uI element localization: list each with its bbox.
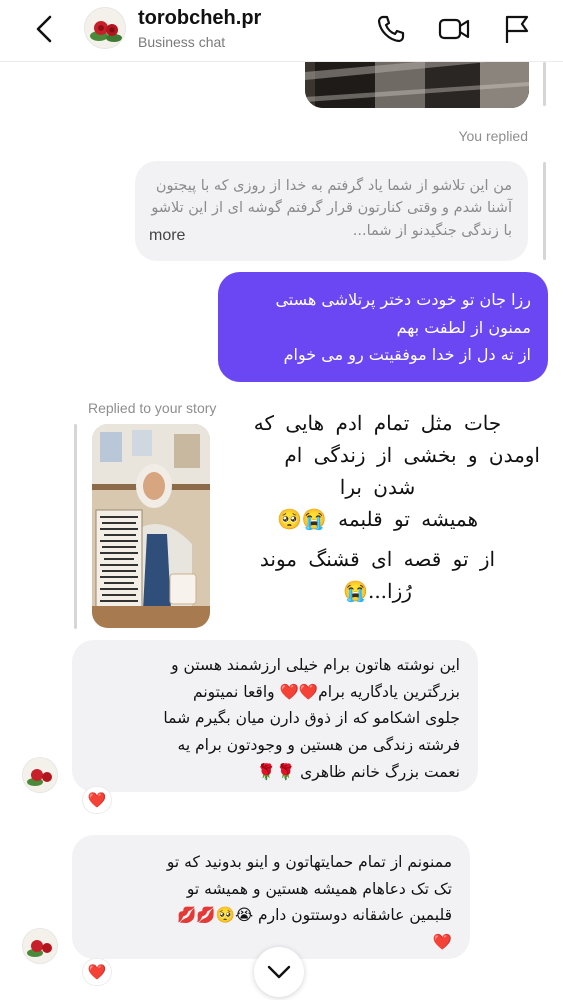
chevron-down-icon — [267, 965, 291, 979]
message-line: اومدن و بخشی از زندگی ام — [284, 443, 540, 467]
message-line: جات مثل تمام ادم هایی که — [253, 411, 502, 435]
report-button[interactable] — [500, 12, 534, 46]
message-line: رُزا...😭 — [343, 579, 412, 603]
story-reply-text[interactable]: جات مثل تمام ادم هایی که اومدن و بخشی از… — [215, 407, 540, 607]
video-call-button[interactable] — [437, 12, 471, 46]
you-replied-label: You replied — [458, 128, 528, 144]
heart-reaction[interactable]: ❤️ — [82, 786, 112, 814]
heart-reaction[interactable]: ❤️ — [82, 958, 112, 986]
message-line: قلبمین عاشقانه دوستتون دارم 😭🥺💋💋 — [177, 906, 452, 925]
received-message[interactable]: ممنونم از تمام حمایتهاتون و اینو بدونید … — [72, 835, 470, 959]
message-line: شدن برا — [339, 475, 416, 499]
reply-indicator-bar — [74, 424, 77, 629]
scroll-to-bottom-button[interactable] — [254, 947, 304, 997]
message-line: تک تک دعاهام همیشه هستین و همیشه تو — [186, 879, 452, 898]
contact-name[interactable]: torobcheh.pr — [138, 7, 261, 30]
quoted-message-text: من این تلاشو از شما یاد گرفتم به خدا از … — [151, 178, 512, 239]
chevron-left-icon — [36, 15, 52, 43]
message-line: بزرگترین یادگاریه برام❤️❤️ واقعا نمیتونم — [193, 682, 460, 701]
avatar[interactable] — [22, 757, 58, 793]
flag-icon — [505, 15, 529, 43]
quoted-message[interactable]: من این تلاشو از شما یاد گرفتم به خدا از … — [135, 161, 528, 261]
avatar[interactable] — [22, 928, 58, 964]
message-thread[interactable]: You replied من این تلاشو از شما یاد گرفت… — [0, 62, 563, 1000]
phone-icon — [377, 15, 405, 43]
reply-indicator-bar — [543, 62, 546, 106]
video-camera-icon — [438, 18, 470, 40]
call-button[interactable] — [374, 12, 408, 46]
message-line: جلوی اشکامو که از ذوق دارن میان بگیرم شم… — [163, 709, 460, 728]
message-line: ممنون از لطفت بهم — [396, 317, 531, 337]
message-line: همیشه تو قلبمه 😭🥺 — [277, 507, 478, 531]
chat-header: torobcheh.pr Business chat — [0, 0, 563, 62]
message-line: از ته دل از خدا موفقیتت رو می خوام — [283, 345, 531, 365]
shared-photo[interactable] — [305, 62, 529, 108]
message-line: فرشته زندگی من هستین و وجودتون برام یه — [177, 735, 460, 754]
back-button[interactable] — [30, 14, 60, 44]
more-link[interactable]: more — [149, 224, 185, 249]
received-message[interactable]: این نوشته هاتون برام خیلی ارزشمند هستن و… — [72, 640, 478, 792]
replied-to-story-label: Replied to your story — [88, 400, 217, 416]
message-line: از تو قصه ای قشنگ موند — [259, 547, 496, 571]
chat-type-label: Business chat — [138, 34, 226, 50]
message-line: ممنونم از تمام حمایتهاتون و اینو بدونید … — [166, 853, 452, 871]
reply-indicator-bar — [543, 162, 546, 260]
message-line: نعمت بزرگ خانم ظاهری 🌹🌹 — [256, 762, 460, 781]
story-thumbnail[interactable] — [92, 424, 210, 628]
avatar[interactable] — [84, 7, 126, 49]
sent-message[interactable]: رزا جان تو خودت دختر پرتلاشی هستی ممنون … — [218, 272, 548, 382]
message-line: این نوشته هاتون برام خیلی ارزشمند هستن و — [171, 656, 460, 674]
message-line: رزا جان تو خودت دختر پرتلاشی هستی — [275, 290, 531, 309]
